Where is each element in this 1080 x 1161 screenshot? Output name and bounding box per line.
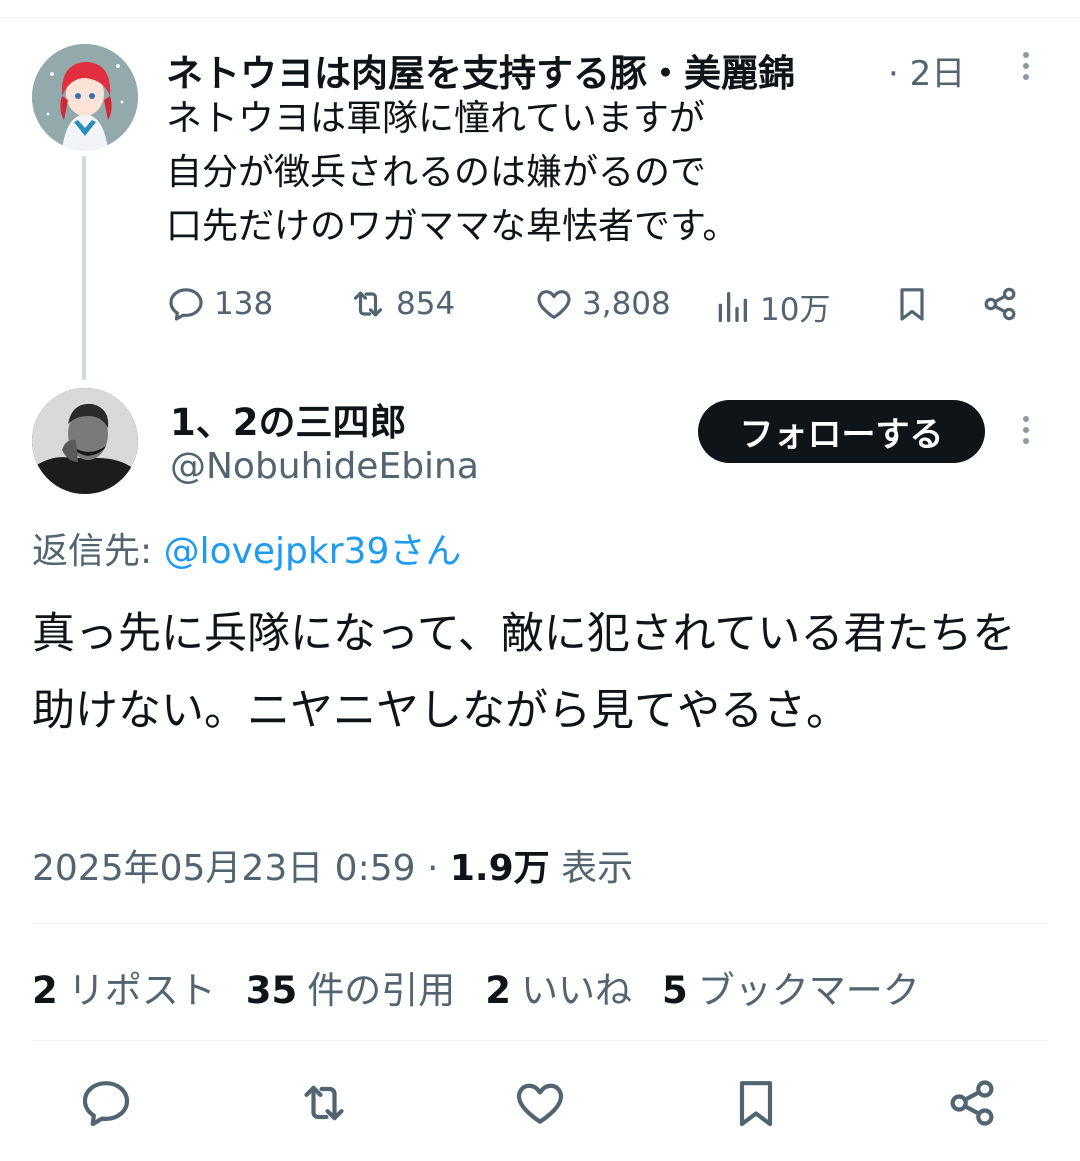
reply-avatar[interactable] xyxy=(32,388,138,494)
stat-label: 件の引用 xyxy=(307,969,456,1012)
tweet-meta: 2025年05月23日 0:59 · 1.9万 表示 xyxy=(32,839,633,891)
reply-to-prefix: 返信先: xyxy=(32,531,164,572)
bookmark-icon xyxy=(900,288,924,321)
stat-count: 35 xyxy=(245,969,298,1012)
parent-reply-button[interactable]: 138 xyxy=(166,284,273,324)
divider xyxy=(32,923,1048,924)
parent-bookmark-button[interactable] xyxy=(892,284,932,324)
repost-icon xyxy=(304,1085,344,1121)
reply-count: 138 xyxy=(214,286,274,322)
tweet-view-label: 表示 xyxy=(549,848,634,889)
views-icon xyxy=(718,291,747,322)
views-count: 10万 xyxy=(760,292,831,328)
stat-label: いいね xyxy=(521,969,632,1012)
parent-repost-button[interactable]: 854 xyxy=(348,284,455,324)
stat-label: ブックマーク xyxy=(697,969,920,1012)
reply-more-icon[interactable] xyxy=(1022,416,1030,444)
parent-like-button[interactable]: 3,808 xyxy=(534,284,671,324)
parent-more-icon[interactable] xyxy=(1022,52,1030,80)
top-divider xyxy=(0,17,1080,18)
share-icon xyxy=(984,287,1016,321)
repost-button[interactable] xyxy=(296,1075,352,1131)
bookmark-icon xyxy=(739,1081,773,1127)
parent-share-button[interactable] xyxy=(980,284,1020,324)
parent-views-button[interactable]: 10万 xyxy=(712,284,830,329)
stat-count: 5 xyxy=(662,969,688,1012)
divider xyxy=(32,1040,1048,1041)
engagement-stats: 2 リポスト 35 件の引用 2 いいね 5 ブックマーク xyxy=(32,960,920,1014)
reply-to-line: 返信先: @lovejpkr39さん xyxy=(32,522,461,574)
stat-count: 2 xyxy=(32,969,58,1012)
repost-count: 854 xyxy=(396,286,456,322)
stat-reposts[interactable]: 2 リポスト xyxy=(32,960,216,1014)
stat-quotes[interactable]: 35 件の引用 xyxy=(246,960,456,1014)
like-count: 3,808 xyxy=(582,286,671,322)
reply-tweet-text: 真っ先に兵隊になって、敵に犯されている君たちを助けない。ニヤニヤしながら見てやる… xyxy=(32,609,1016,736)
parent-tweet-text: ネトウヨは軍隊に憧れていますが 自分が徴兵されるのは嫌がるので 口先だけのワガマ… xyxy=(166,98,739,247)
tweet-datetime[interactable]: 2025年05月23日 0:59 · xyxy=(32,848,450,889)
stat-bookmarks[interactable]: 5 ブックマーク xyxy=(662,960,920,1014)
parent-display-name[interactable]: ネトウヨは肉屋を支持する豚・美麗錦 xyxy=(166,43,795,97)
like-icon xyxy=(537,290,571,319)
stat-count: 2 xyxy=(485,969,511,1012)
follow-button[interactable]: フォローする xyxy=(698,400,985,463)
share-button[interactable] xyxy=(944,1075,1000,1131)
bookmark-button[interactable] xyxy=(728,1075,784,1131)
tweet-view-count: 1.9万 xyxy=(449,848,550,889)
repost-icon xyxy=(353,291,383,317)
stat-likes[interactable]: 2 いいね xyxy=(485,960,632,1014)
reply-icon xyxy=(82,1081,130,1127)
parent-avatar[interactable] xyxy=(32,44,138,150)
like-button[interactable] xyxy=(512,1075,568,1131)
reply-icon xyxy=(169,288,203,321)
reply-handle[interactable]: @NobuhideEbina xyxy=(170,446,479,487)
reply-button[interactable] xyxy=(78,1075,134,1131)
like-icon xyxy=(516,1083,564,1124)
thread-line xyxy=(82,156,86,380)
stat-label: リポスト xyxy=(67,969,216,1012)
parent-timestamp[interactable]: · 2日 xyxy=(888,46,965,95)
reply-to-link[interactable]: @lovejpkr39さん xyxy=(164,531,462,572)
reply-display-name[interactable]: 1、2の三四郎 xyxy=(170,392,407,446)
share-icon xyxy=(950,1080,994,1126)
